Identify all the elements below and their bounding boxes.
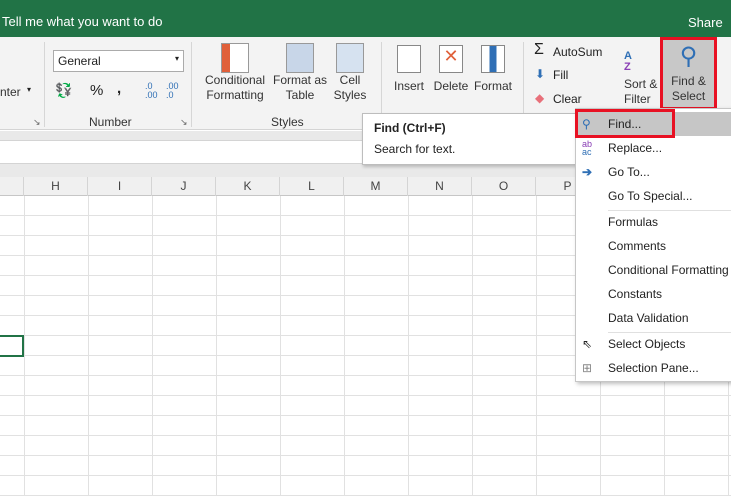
label: Sort &: [624, 77, 658, 91]
label: Go To Special...: [608, 189, 693, 203]
selected-cell[interactable]: [0, 335, 24, 357]
number-format-select[interactable]: General ▾: [53, 50, 184, 72]
menu-item-constants[interactable]: Constants: [576, 282, 731, 306]
format-button[interactable]: Format: [472, 45, 514, 94]
column-header[interactable]: H: [24, 177, 88, 196]
label: Comments: [608, 239, 667, 253]
format-table-icon: [286, 43, 314, 73]
column-header[interactable]: I: [88, 177, 152, 196]
accounting-format-icon[interactable]: 💱: [55, 82, 72, 99]
tell-me-search[interactable]: Tell me what you want to do: [2, 14, 162, 29]
insert-button[interactable]: Insert: [390, 45, 428, 94]
tooltip: Find (Ctrl+F) Search for text.: [362, 113, 576, 165]
chevron-down-icon: ▾: [174, 54, 179, 63]
dialog-launcher-icon[interactable]: ↘: [180, 117, 188, 128]
group-label-number: Number: [89, 115, 132, 129]
replace-icon: ab ac: [582, 139, 593, 157]
label: Go To...: [608, 165, 650, 179]
menu-item-conditional-formatting[interactable]: Conditional Formatting: [576, 258, 731, 282]
menu-item-replace[interactable]: ab ac Replace...: [576, 136, 731, 160]
label: Table: [285, 88, 315, 102]
label: Data Validation: [608, 311, 689, 325]
label: Insert: [393, 79, 424, 93]
clear-button[interactable]: Clear: [553, 92, 582, 106]
cursor-arrow-icon: ⇖: [582, 337, 593, 351]
format-as-table-button[interactable]: Format as Table: [272, 43, 328, 103]
comma-style-button[interactable]: ,: [117, 80, 121, 97]
delete-cells-icon: ✕: [439, 45, 463, 73]
column-header[interactable]: N: [408, 177, 472, 196]
group-label-styles: Styles: [271, 115, 304, 129]
selection-pane-icon: ⊞: [582, 361, 593, 375]
eraser-icon: ◆: [535, 91, 545, 105]
label: Replace...: [608, 141, 663, 155]
sort-az-icon: AZ: [624, 50, 632, 73]
arrow-right-icon: ➔: [582, 165, 593, 179]
find-select-menu: ⚲ Find... ab ac Replace... ➔ Go To... Go To …: [575, 108, 731, 382]
menu-item-formulas[interactable]: Formulas: [576, 210, 731, 234]
sigma-icon: Σ: [534, 41, 544, 58]
fill-button[interactable]: Fill: [553, 68, 568, 82]
tooltip-title: Find (Ctrl+F): [374, 121, 446, 135]
column-header[interactable]: K: [216, 177, 280, 196]
cell-styles-button[interactable]: Cell Styles: [330, 43, 370, 103]
label: Styles: [333, 88, 367, 102]
menu-item-data-validation[interactable]: Data Validation: [576, 306, 731, 330]
conditional-formatting-icon: [221, 43, 249, 73]
label: Find &: [671, 74, 706, 88]
conditional-formatting-button[interactable]: Conditional Formatting: [202, 43, 268, 103]
label: Select Objects: [608, 337, 686, 351]
cell-styles-icon: [336, 43, 364, 73]
menu-item-comments[interactable]: Comments: [576, 234, 731, 258]
label: Select: [671, 89, 706, 103]
magnifier-icon: ⚲: [679, 43, 698, 70]
column-header[interactable]: L: [280, 177, 344, 196]
dialog-launcher-icon[interactable]: ↘: [33, 117, 41, 128]
label: Filter: [624, 92, 651, 106]
tooltip-description: Search for text.: [374, 142, 456, 156]
chevron-down-icon[interactable]: ▾: [27, 85, 31, 94]
label: Formatting: [206, 88, 264, 102]
percent-style-button[interactable]: %: [90, 82, 103, 99]
column-header[interactable]: O: [472, 177, 536, 196]
menu-item-go-to[interactable]: ➔ Go To...: [576, 160, 731, 184]
label: Format as: [272, 73, 327, 87]
label: Selection Pane...: [608, 361, 699, 375]
find-highlight-box: [575, 109, 675, 138]
format-cells-icon: [481, 45, 505, 73]
share-button[interactable]: Share: [688, 15, 723, 30]
label: Constants: [608, 287, 663, 301]
increase-decimal-button[interactable]: .0 .00: [145, 82, 159, 100]
label: Cell: [339, 73, 361, 87]
number-format-value: General: [58, 54, 101, 68]
insert-cells-icon: [397, 45, 421, 73]
label: Conditional: [204, 73, 266, 87]
label: Delete: [433, 79, 469, 93]
title-bar: Tell me what you want to do Share: [0, 0, 731, 37]
autosum-button[interactable]: AutoSum: [553, 45, 602, 59]
merge-center-button[interactable]: nter: [0, 85, 21, 100]
label: Format: [473, 79, 512, 93]
delete-button[interactable]: ✕ Delete: [431, 45, 471, 94]
menu-item-go-to-special[interactable]: Go To Special...: [576, 184, 731, 208]
menu-item-select-objects[interactable]: ⇖ Select Objects: [576, 332, 731, 356]
fill-icon: ⬇: [535, 67, 546, 81]
decrease-decimal-button[interactable]: .00 .0: [166, 82, 180, 100]
column-header[interactable]: M: [344, 177, 408, 196]
menu-item-selection-pane[interactable]: ⊞ Selection Pane...: [576, 356, 731, 380]
label: Conditional Formatting: [608, 263, 729, 277]
column-header[interactable]: J: [152, 177, 216, 196]
find-select-button[interactable]: ⚲ Find & Select: [660, 37, 717, 110]
sort-filter-button[interactable]: AZ Sort & Filter: [624, 51, 660, 107]
label: Formulas: [608, 215, 659, 229]
